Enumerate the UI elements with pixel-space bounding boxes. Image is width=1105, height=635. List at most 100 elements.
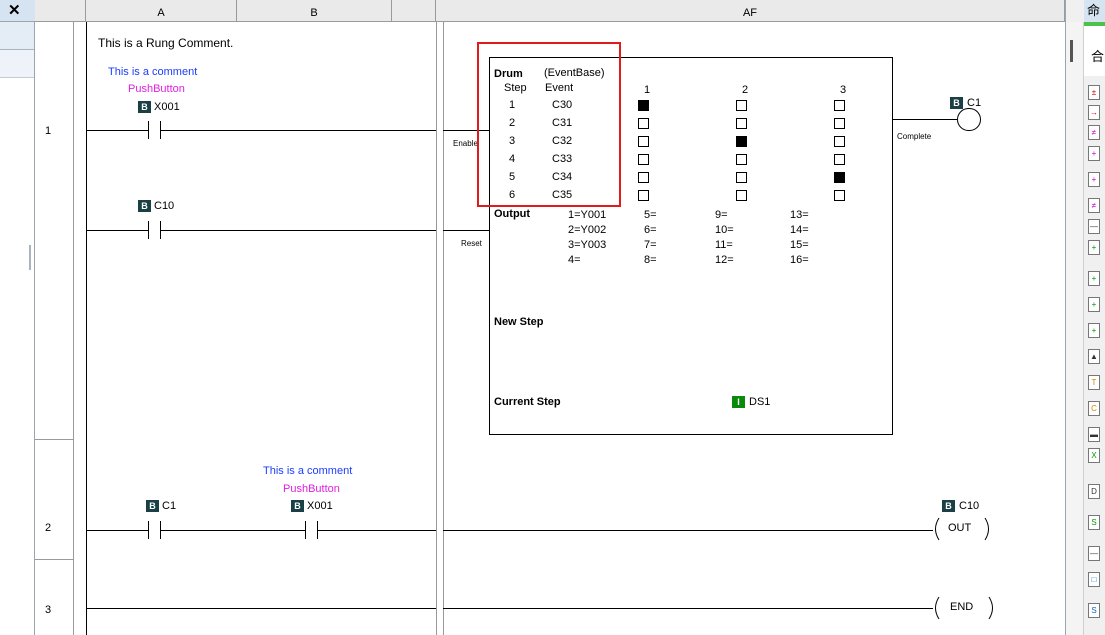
palette-tool-icon[interactable]: S: [1088, 515, 1100, 530]
column-header: A B AF: [35, 0, 1065, 22]
enable-label: Enable: [453, 139, 478, 148]
rung1-wire-a: [86, 130, 148, 131]
contact-nickname: PushButton: [283, 483, 340, 495]
complete-label: Complete: [897, 132, 932, 141]
palette-tool-icon[interactable]: +: [1088, 271, 1100, 286]
palette-header[interactable]: 命: [1084, 0, 1105, 22]
palette-tool-icon[interactable]: □: [1088, 572, 1100, 587]
drum-output-map-cell: 12=: [715, 254, 734, 266]
drum-output-map-cell: 2=Y002: [568, 224, 607, 236]
contact-bit-icon: B: [138, 200, 151, 212]
drum-output-cell-off: [834, 100, 845, 111]
row-gutter-1[interactable]: [35, 22, 74, 440]
row-gutter-2[interactable]: [35, 440, 74, 560]
rung2-wire-b: [160, 530, 305, 531]
column-header-spacer: [392, 0, 436, 22]
column-header-af[interactable]: AF: [436, 0, 1065, 22]
coil-bit-icon: B: [942, 500, 955, 512]
drum-output-cell-off: [736, 172, 747, 183]
drum-output-map-cell: 13=: [790, 209, 809, 221]
drum-output-cell-off: [638, 190, 649, 201]
left-power-rail: [86, 22, 87, 635]
drum-output-map-cell: 15=: [790, 239, 809, 251]
palette-tool-icon[interactable]: +: [1088, 172, 1100, 187]
drum-output-col-1: 1: [644, 84, 651, 96]
contact-c10-left-bar[interactable]: [148, 221, 149, 239]
coil-instruction: OUT: [948, 522, 972, 534]
palette-tool-icon[interactable]: T: [1088, 375, 1100, 390]
drum-output-map-cell: 14=: [790, 224, 809, 236]
palette-tool-icon[interactable]: +: [1088, 297, 1100, 312]
drum-output-map-cell: 16=: [790, 254, 809, 266]
rung3-wire-b: [443, 608, 933, 609]
palette-tool-icon[interactable]: C: [1088, 401, 1100, 416]
coil-bit-icon: B: [950, 97, 963, 109]
left-panel-toolbar-secondary: [0, 50, 34, 78]
drum-output-cell-off: [834, 118, 845, 129]
drum-output-map-cell: 11=: [715, 239, 733, 251]
palette-tool-icon[interactable]: +: [1088, 146, 1100, 161]
highlight-box: [477, 42, 621, 207]
palette-tool-icon[interactable]: ▲: [1088, 349, 1100, 364]
palette-tool-icon[interactable]: ▬: [1088, 427, 1100, 442]
contact-bit-icon: B: [291, 500, 304, 512]
row-number-1: 1: [45, 125, 52, 137]
contact-x001-left-bar[interactable]: [148, 121, 149, 139]
column-divider-left: [436, 22, 437, 635]
palette-tool-icon[interactable]: —: [1088, 546, 1100, 561]
drum-output-cell-off: [834, 190, 845, 201]
rung2-wire-d: [443, 530, 933, 531]
contact-c1-left-bar[interactable]: [148, 521, 149, 539]
drum-output-cell-off: [638, 118, 649, 129]
column-header-a[interactable]: A: [86, 0, 237, 22]
left-panel: ✕: [0, 0, 35, 635]
coil-address: C10: [959, 500, 980, 512]
palette-subheader: 合: [1084, 26, 1105, 76]
left-panel-marker: [29, 245, 31, 270]
column-header-b[interactable]: B: [237, 0, 392, 22]
drum-output-map-cell: 3=Y003: [568, 239, 607, 251]
drum-output-cell-off: [736, 100, 747, 111]
palette-tool-icon[interactable]: D: [1088, 484, 1100, 499]
palette-tool-icon[interactable]: ≠: [1088, 125, 1100, 140]
row-number-2: 2: [45, 522, 52, 534]
scrollbar-thumb[interactable]: [1070, 40, 1073, 62]
coil-c1[interactable]: [957, 108, 981, 131]
column-divider-right: [443, 22, 444, 635]
palette-tool-icon[interactable]: ≠: [1088, 198, 1100, 213]
coil-out-c10[interactable]: OUT: [931, 517, 993, 541]
row-gutter-3[interactable]: [35, 560, 74, 635]
row-number-3: 3: [45, 604, 52, 616]
palette-tool-icon[interactable]: +: [1088, 240, 1100, 255]
contact-address: X001: [154, 101, 180, 113]
rung2-wire-a: [86, 530, 148, 531]
drum-output-cell-on: [834, 172, 845, 183]
drum-output-map-cell: 8=: [644, 254, 657, 266]
contact-x001-left-bar[interactable]: [305, 521, 306, 539]
contact-address: C10: [154, 200, 175, 212]
close-icon[interactable]: ✕: [0, 0, 35, 22]
drum-output-cell-off: [638, 154, 649, 165]
rung3-wire-a: [86, 608, 436, 609]
drum-output-cell-off: [736, 190, 747, 201]
ladder-scrollbar[interactable]: [1066, 22, 1084, 635]
palette-tool-icon[interactable]: —: [1088, 219, 1100, 234]
drum-new-step-label: New Step: [494, 316, 544, 328]
contact-comment: This is a comment: [108, 66, 198, 78]
end-instruction[interactable]: END: [931, 596, 997, 620]
palette-tool-icon[interactable]: X: [1088, 448, 1100, 463]
drum-output-map-cell: 6=: [644, 224, 657, 236]
drum-output-map-cell: 9=: [715, 209, 728, 221]
drum-output-cell-on: [638, 100, 649, 111]
rung1-reset-wire-c: [443, 230, 489, 231]
palette-tool-icon[interactable]: S: [1088, 603, 1100, 618]
drum-output-map-cell: 5=: [644, 209, 657, 221]
palette-tool-icon[interactable]: +: [1088, 323, 1100, 338]
drum-output-map-cell: 4=: [568, 254, 581, 266]
drum-current-step-label: Current Step: [494, 396, 561, 408]
palette-tool-icon[interactable]: ±: [1088, 85, 1100, 100]
palette-tool-icon[interactable]: →: [1088, 105, 1100, 120]
drum-current-step-address: DS1: [749, 396, 771, 408]
drum-output-cell-off: [736, 118, 747, 129]
drum-output-cell-off: [736, 154, 747, 165]
